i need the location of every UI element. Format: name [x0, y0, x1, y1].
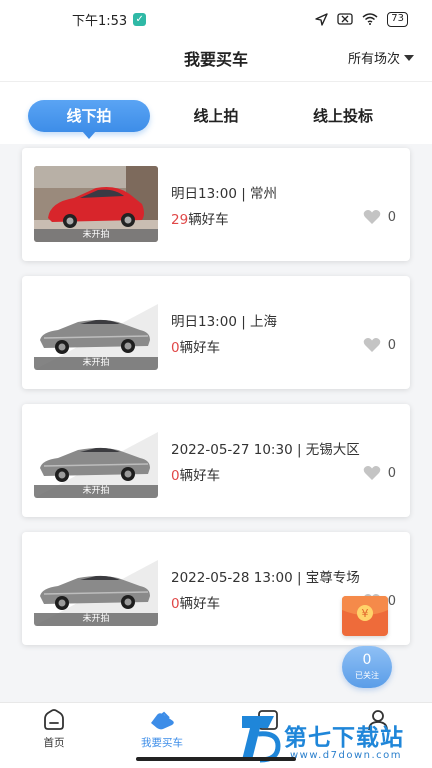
nav-home[interactable]: 首页 [14, 709, 94, 750]
followed-label: 已关注 [355, 671, 379, 680]
red-envelope-icon: ¥ [342, 596, 388, 621]
car-count: 0辆好车 [171, 336, 220, 356]
car-count-suffix: 辆好车 [179, 468, 221, 484]
car-count: 0辆好车 [171, 592, 220, 612]
heart-icon [363, 466, 381, 480]
home-indicator [136, 757, 296, 761]
auction-thumbnail: 未开拍 [34, 422, 158, 498]
auction-status-badge: 未开拍 [34, 357, 158, 370]
favorite-count: 0 [387, 337, 396, 353]
auction-time-location: 明日13:00 | 常州 [171, 186, 278, 202]
watermark-url: www.d7down.com [290, 750, 403, 761]
car-count-number: 0 [171, 596, 180, 612]
followed-count-button[interactable]: 0 已关注 [342, 646, 392, 688]
followed-count: 0 [362, 652, 372, 668]
notification-check-icon: ✓ [133, 12, 147, 26]
favorite-count: 0 [387, 465, 396, 481]
car-count: 29辆好车 [171, 208, 229, 228]
auction-time-location: 明日13:00 | 上海 [171, 314, 278, 330]
tab-offline-auction[interactable]: 线下拍 [28, 100, 150, 139]
auction-time-location: 2022-05-28 13:00 | 宝尊专场 [171, 570, 360, 586]
car-count-number: 0 [171, 468, 180, 484]
favorite-count: 0 [387, 209, 396, 225]
auction-status-badge: 未开拍 [34, 485, 158, 498]
tab-online-auction[interactable]: 线上拍 [170, 100, 262, 132]
nav-home-label: 首页 [43, 737, 65, 749]
car-icon [151, 711, 174, 730]
chevron-down-icon [404, 54, 414, 61]
status-time: 下午1:53 [72, 13, 128, 29]
auction-type-tabs: 线下拍 线上拍 线上投标 [0, 82, 432, 144]
car-count-suffix: 辆好车 [179, 340, 221, 356]
watermark-text: 第七下载站 [284, 725, 404, 751]
favorite-count: 0 [387, 593, 396, 609]
auction-status-badge: 未开拍 [34, 229, 158, 242]
favorite-button[interactable]: 0 [363, 209, 396, 225]
car-count-suffix: 辆好车 [179, 596, 221, 612]
auction-card[interactable]: 未开拍 明日13:00 | 上海 0辆好车 0 [22, 276, 410, 389]
car-count-number: 29 [171, 212, 189, 228]
home-icon [44, 709, 64, 730]
auction-thumbnail: 未开拍 [34, 294, 158, 370]
auction-status-badge: 未开拍 [34, 613, 158, 626]
nav-buy-car[interactable]: 我要买车 [122, 709, 202, 750]
battery-indicator: 73 [387, 11, 408, 27]
session-filter-label: 所有场次 [347, 52, 400, 67]
no-sim-icon [337, 13, 353, 25]
auction-card[interactable]: 未开拍 2022-05-27 10:30 | 无锡大区 0辆好车 0 [22, 404, 410, 517]
heart-icon [363, 210, 381, 224]
car-count: 0辆好车 [171, 464, 220, 484]
status-left: 下午1:53 ✓ [72, 10, 147, 29]
nav-buy-car-label: 我要买车 [141, 737, 183, 749]
session-filter-dropdown[interactable]: 所有场次 [348, 48, 414, 67]
wifi-icon [362, 13, 378, 25]
favorite-button[interactable]: 0 [363, 337, 396, 353]
red-envelope-button[interactable]: ¥ [342, 596, 388, 636]
auction-thumbnail: 未开拍 [34, 550, 158, 626]
favorite-button[interactable]: 0 [363, 465, 396, 481]
auction-thumbnail: 未开拍 [34, 166, 158, 242]
auction-time-location: 2022-05-27 10:30 | 无锡大区 [171, 442, 360, 458]
status-right: 73 [315, 11, 408, 27]
heart-icon [363, 338, 381, 352]
yuan-symbol: ¥ [362, 607, 369, 620]
car-count-suffix: 辆好车 [188, 212, 229, 228]
tab-online-bidding[interactable]: 线上投标 [288, 100, 398, 132]
auction-card[interactable]: 未开拍 明日13:00 | 常州 29辆好车 0 [22, 148, 410, 261]
car-count-number: 0 [171, 340, 180, 356]
location-arrow-icon [315, 12, 328, 26]
status-bar: 下午1:53 ✓ 73 [0, 0, 432, 38]
top-header: 我要买车 所有场次 [0, 38, 432, 82]
